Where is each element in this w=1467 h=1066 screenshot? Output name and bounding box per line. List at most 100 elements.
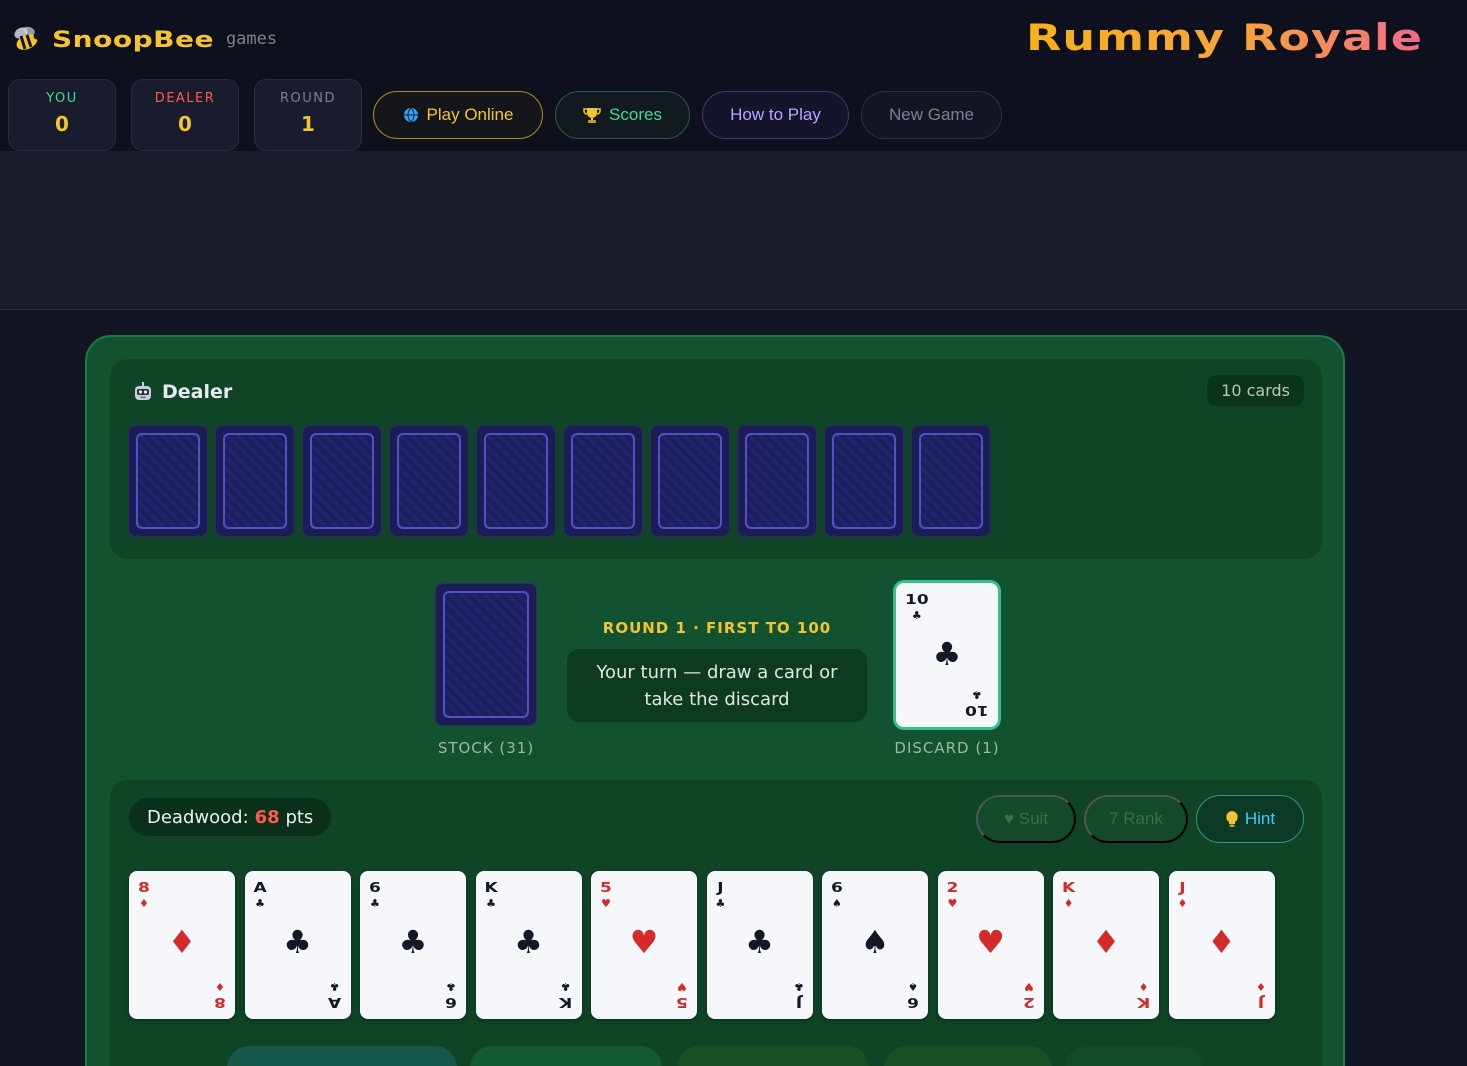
card-corner: 2 ♥ <box>1023 980 1035 1010</box>
hand-card[interactable]: J ♦ ♦ J ♦ <box>1168 871 1275 1019</box>
deadwood-value: 68 <box>254 806 280 828</box>
action-button[interactable] <box>470 1046 662 1066</box>
card-corner: J ♣ <box>716 880 726 909</box>
card-rank: 5 <box>600 880 612 897</box>
game-table: Dealer 10 cards STOCK (31) ROUND 1 · FIR… <box>85 335 1345 1066</box>
scores-button[interactable]: Scores <box>555 91 690 139</box>
action-button[interactable] <box>677 1046 869 1066</box>
dealer-panel: Dealer 10 cards <box>110 359 1322 559</box>
card-rank: 6 <box>831 880 843 897</box>
action-button[interactable] <box>1065 1046 1203 1066</box>
turn-message: Your turn — draw a card or take the disc… <box>567 649 867 722</box>
spades-icon: ♠ <box>860 923 890 961</box>
stat-value: 0 <box>55 112 69 136</box>
stock-label: STOCK (31) <box>437 739 535 757</box>
diamonds-icon: ♦ <box>1177 897 1188 910</box>
card-corner: A ♣ <box>254 880 267 909</box>
dealer-card-back <box>302 425 382 537</box>
card-rank: A <box>328 993 342 1010</box>
dealer-card-back <box>128 425 208 537</box>
hand-card[interactable]: 2 ♥ ♥ 2 ♥ <box>937 871 1044 1019</box>
how-to-play-button[interactable]: How to Play <box>702 91 849 139</box>
card-corner: K ♦ <box>1137 980 1150 1010</box>
clubs-icon: ♣ <box>486 897 497 910</box>
play-online-button[interactable]: Play Online <box>373 91 543 139</box>
action-button[interactable] <box>227 1046 457 1066</box>
hand-card[interactable]: 8 ♦ ♦ 8 ♦ <box>129 871 235 1019</box>
card-rank: 8 <box>214 993 226 1010</box>
deadwood-badge: Deadwood: 68 pts <box>129 798 332 836</box>
card-rank: 5 <box>676 993 688 1010</box>
dealer-title: Dealer <box>132 381 232 403</box>
discard-top-card: 10 ♣ ♣ 10 ♣ <box>896 583 998 727</box>
dealer-card-back <box>824 425 904 537</box>
clubs-icon: ♣ <box>715 897 726 910</box>
card-corner: 6 ♠ <box>907 980 919 1010</box>
dealer-card-back <box>911 425 991 537</box>
hearts-icon: ♥ <box>976 923 1005 961</box>
spades-icon: ♠ <box>831 897 842 910</box>
new-game-button[interactable]: New Game <box>861 91 1002 139</box>
card-corner: 5 ♥ <box>676 980 688 1010</box>
hand-card[interactable]: K ♦ ♦ K ♦ <box>1053 871 1159 1019</box>
hand-card[interactable]: 5 ♥ ♥ 5 ♥ <box>591 871 697 1019</box>
brand-logo[interactable]: SnoopBee games <box>10 22 277 56</box>
card-rank: J <box>1179 880 1186 897</box>
hint-button[interactable]: Hint <box>1196 795 1304 843</box>
card-corner: 8 ♦ <box>138 880 150 909</box>
hearts-icon: ♥ <box>600 897 611 910</box>
sort-suit-button[interactable]: ♥ Suit <box>976 795 1076 843</box>
deadwood-label: Deadwood: <box>147 806 249 828</box>
card-rank: 8 <box>138 880 150 897</box>
clubs-icon: ♣ <box>283 923 312 961</box>
diamonds-icon: ♦ <box>167 923 197 961</box>
discard-pile[interactable]: 10 ♣ ♣ 10 ♣ <box>893 580 1001 730</box>
stat-value: 0 <box>178 112 192 136</box>
diamonds-icon: ♦ <box>138 897 149 910</box>
stat-label: ROUND <box>279 91 336 106</box>
brand-name: SnoopBee <box>52 25 214 53</box>
card-rank: K <box>559 993 573 1010</box>
card-corner: 6 ♠ <box>831 880 843 909</box>
hand-card[interactable]: J ♣ ♣ J ♣ <box>706 871 813 1019</box>
card-rank: J <box>795 993 802 1010</box>
stock-pile[interactable] <box>435 583 537 726</box>
stat-you: YOU 0 <box>8 79 116 151</box>
sort-rank-button[interactable]: 7 Rank <box>1084 795 1188 843</box>
globe-icon <box>403 107 418 123</box>
dealer-card-back <box>476 425 556 537</box>
card-corner: K ♦ <box>1062 880 1075 909</box>
clubs-icon: ♣ <box>398 923 428 961</box>
discard-label: DISCARD (1) <box>894 739 1000 757</box>
trophy-icon <box>583 108 601 123</box>
card-corner: 6 ♣ <box>369 880 381 909</box>
hand-card[interactable]: A ♣ ♣ A ♣ <box>244 871 351 1019</box>
card-corner: K ♣ <box>559 980 573 1010</box>
stat-value: 1 <box>301 112 315 136</box>
player-hand-panel: Deadwood: 68 pts ♥ Suit 7 Rank Hint 8 ♦ ♦ 8… <box>110 780 1322 1066</box>
action-button[interactable] <box>884 1046 1052 1066</box>
card-rank: 2 <box>946 880 959 897</box>
hand-card[interactable]: K ♣ ♣ K ♣ <box>475 871 582 1019</box>
card-corner: 8 ♦ <box>214 980 226 1010</box>
deadwood-unit: pts <box>285 806 314 828</box>
stat-label: DEALER <box>154 91 216 106</box>
stat-dealer: DEALER 0 <box>131 79 239 151</box>
clubs-icon: ♣ <box>745 923 774 961</box>
clubs-icon: ♣ <box>329 980 340 993</box>
hand-card[interactable]: 6 ♠ ♠ 6 ♠ <box>822 871 928 1019</box>
card-rank: J <box>1257 993 1264 1010</box>
clubs-icon: ♣ <box>514 923 543 961</box>
dealer-card-back <box>737 425 817 537</box>
card-corner: J ♦ <box>1178 880 1188 909</box>
dealer-card-back <box>389 425 469 537</box>
dealer-hand <box>128 425 991 537</box>
card-rank: K <box>1062 880 1076 897</box>
hand-card[interactable]: 6 ♣ ♣ 6 ♣ <box>360 871 466 1019</box>
clubs-icon: ♣ <box>793 980 804 993</box>
card-rank: K <box>484 880 498 897</box>
diamonds-icon: ♦ <box>215 980 226 993</box>
round-info: ROUND 1 · FIRST TO 100 <box>602 619 832 637</box>
clubs-icon: ♣ <box>369 897 380 910</box>
spades-icon: ♠ <box>908 980 919 993</box>
